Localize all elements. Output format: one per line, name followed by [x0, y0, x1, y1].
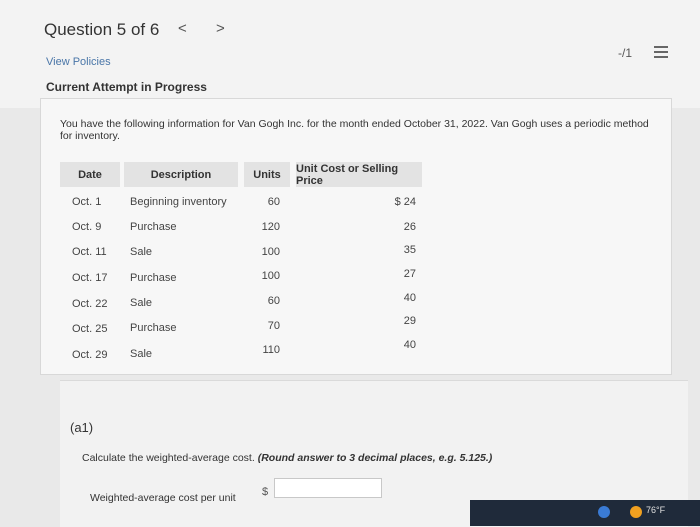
row-units: 110	[262, 344, 280, 356]
next-question-button[interactable]: >	[216, 20, 225, 37]
column-header-description: Description	[124, 162, 238, 187]
instruction-note: (Round answer to 3 decimal places, e.g. …	[257, 452, 493, 464]
row-description: Purchase	[130, 322, 177, 334]
row-date: Oct. 1	[72, 196, 102, 208]
score-indicator: -/1	[618, 46, 633, 60]
weighted-average-cost-label: Weighted-average cost per unit	[90, 492, 236, 504]
row-date: Oct. 11	[72, 246, 107, 258]
row-description: Sale	[130, 297, 153, 309]
view-policies-link[interactable]: View Policies	[46, 56, 111, 68]
column-header-unit-cost: Unit Cost or Selling Price	[296, 162, 422, 187]
row-price: 27	[403, 268, 416, 280]
problem-intro: You have the following information for V…	[60, 118, 649, 142]
attempt-status: Current Attempt in Progress	[46, 80, 207, 94]
taskbar	[470, 500, 700, 526]
row-description: Sale	[130, 246, 153, 258]
menu-icon[interactable]	[654, 46, 668, 58]
row-price: $ 24	[394, 196, 416, 208]
row-date: Oct. 29	[72, 349, 108, 361]
row-units: 70	[267, 320, 280, 332]
row-units: 60	[267, 196, 280, 208]
part-label: (a1)	[70, 420, 94, 435]
instruction-text: Calculate the weighted-average cost.	[82, 452, 255, 464]
row-price: 40	[403, 292, 416, 304]
previous-question-button[interactable]: <	[178, 20, 187, 37]
row-description: Beginning inventory	[130, 196, 227, 208]
column-header-units: Units	[244, 162, 290, 187]
column-header-date: Date	[60, 162, 120, 187]
row-price: 29	[403, 315, 416, 327]
row-date: Oct. 22	[72, 298, 108, 310]
weather-icon	[630, 506, 642, 518]
row-description: Purchase	[130, 272, 177, 284]
row-price: 40	[403, 339, 416, 351]
part-instruction: Calculate the weighted-average cost. (Ro…	[82, 452, 492, 464]
question-counter: Question 5 of 6	[44, 20, 160, 39]
row-date: Oct. 17	[72, 272, 108, 284]
row-units: 60	[267, 295, 280, 307]
row-units: 120	[261, 221, 280, 233]
row-date: Oct. 9	[72, 221, 102, 233]
row-price: 26	[403, 221, 416, 233]
row-date: Oct. 25	[72, 323, 108, 335]
row-units: 100	[261, 246, 280, 258]
temperature-readout: 76°F	[646, 505, 666, 515]
row-description: Purchase	[130, 221, 177, 233]
row-price: 35	[403, 244, 416, 256]
row-units: 100	[261, 270, 280, 282]
taskbar-app-icon[interactable]	[598, 506, 610, 518]
weighted-average-cost-input[interactable]	[274, 478, 382, 498]
currency-symbol: $	[262, 486, 269, 498]
row-description: Sale	[130, 348, 153, 360]
